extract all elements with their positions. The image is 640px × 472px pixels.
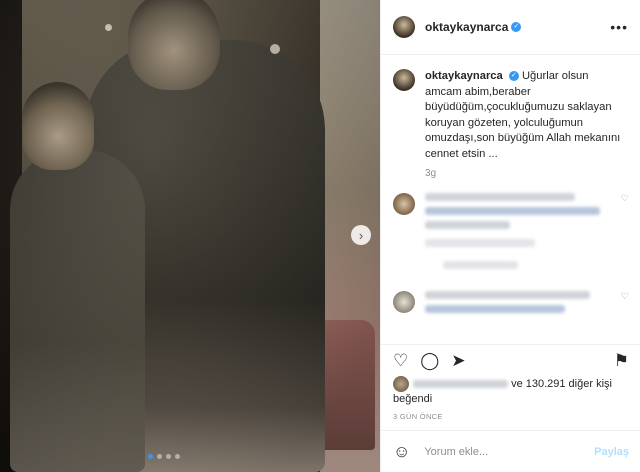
post-photo[interactable]: › — [0, 0, 380, 472]
chevron-right-icon: › — [358, 227, 364, 243]
blurred-liker-name — [413, 380, 508, 388]
post-side-panel: oktaykaynarca ✓ ••• oktaykaynarca ✓ Uğur… — [380, 0, 640, 472]
carousel-dot — [175, 454, 180, 459]
blurred-comment-content — [425, 193, 605, 275]
avatar[interactable] — [393, 291, 415, 313]
header-username[interactable]: oktaykaynarca — [425, 20, 508, 34]
avatar[interactable] — [393, 16, 415, 38]
carousel-next-button[interactable]: › — [351, 225, 371, 245]
list-item: ♡ — [381, 193, 640, 275]
post-comment-button[interactable]: Paylaş — [594, 446, 629, 458]
send-icon[interactable]: ➤ — [451, 352, 465, 369]
comment-like-icon[interactable]: ♡ — [621, 291, 629, 319]
list-item: ♡ — [381, 291, 640, 319]
carousel-dot — [148, 454, 153, 459]
caption-text: Uğurlar olsun amcam abim,beraber büyüdüğ… — [425, 70, 621, 160]
comments-area: oktaykaynarca ✓ Uğurlar olsun amcam abim… — [381, 55, 640, 344]
comment-box: ☺ Yorum ekle... Paylaş — [381, 430, 640, 472]
caption: oktaykaynarca ✓ Uğurlar olsun amcam abim… — [381, 55, 640, 162]
comment-input[interactable]: Yorum ekle... — [424, 446, 594, 458]
verified-badge-icon: ✓ — [511, 22, 522, 32]
caption-timestamp: 3g — [425, 168, 437, 179]
carousel-dot — [166, 454, 171, 459]
likes-summary[interactable]: ve 130.291 diğer kişi beğendi — [393, 376, 633, 407]
comment-icon[interactable]: ◯ — [420, 352, 439, 369]
avatar[interactable] — [393, 193, 415, 215]
action-bar: ♡ ◯ ➤ ⚑ — [381, 344, 640, 376]
avatar[interactable] — [393, 69, 415, 91]
carousel-dot — [157, 454, 162, 459]
comment-like-icon[interactable]: ♡ — [621, 193, 629, 275]
avatar — [393, 376, 409, 392]
carousel-dots — [148, 454, 180, 459]
post-header: oktaykaynarca ✓ ••• — [381, 0, 640, 55]
bookmark-icon[interactable]: ⚑ — [614, 352, 629, 369]
instagram-post-view: › oktaykaynarca ✓ ••• oktaykaynarca ✓ Uğ… — [0, 0, 640, 472]
verified-badge-icon: ✓ — [508, 71, 519, 82]
post-age: 3 GÜN ÖNCE — [393, 412, 443, 421]
caption-username[interactable]: oktaykaynarca — [425, 70, 503, 82]
emoji-icon[interactable]: ☺ — [393, 442, 410, 462]
photo-vignette — [0, 0, 380, 472]
heart-icon[interactable]: ♡ — [393, 352, 408, 369]
blurred-comment-content — [425, 291, 605, 319]
more-options-icon[interactable]: ••• — [610, 19, 628, 35]
